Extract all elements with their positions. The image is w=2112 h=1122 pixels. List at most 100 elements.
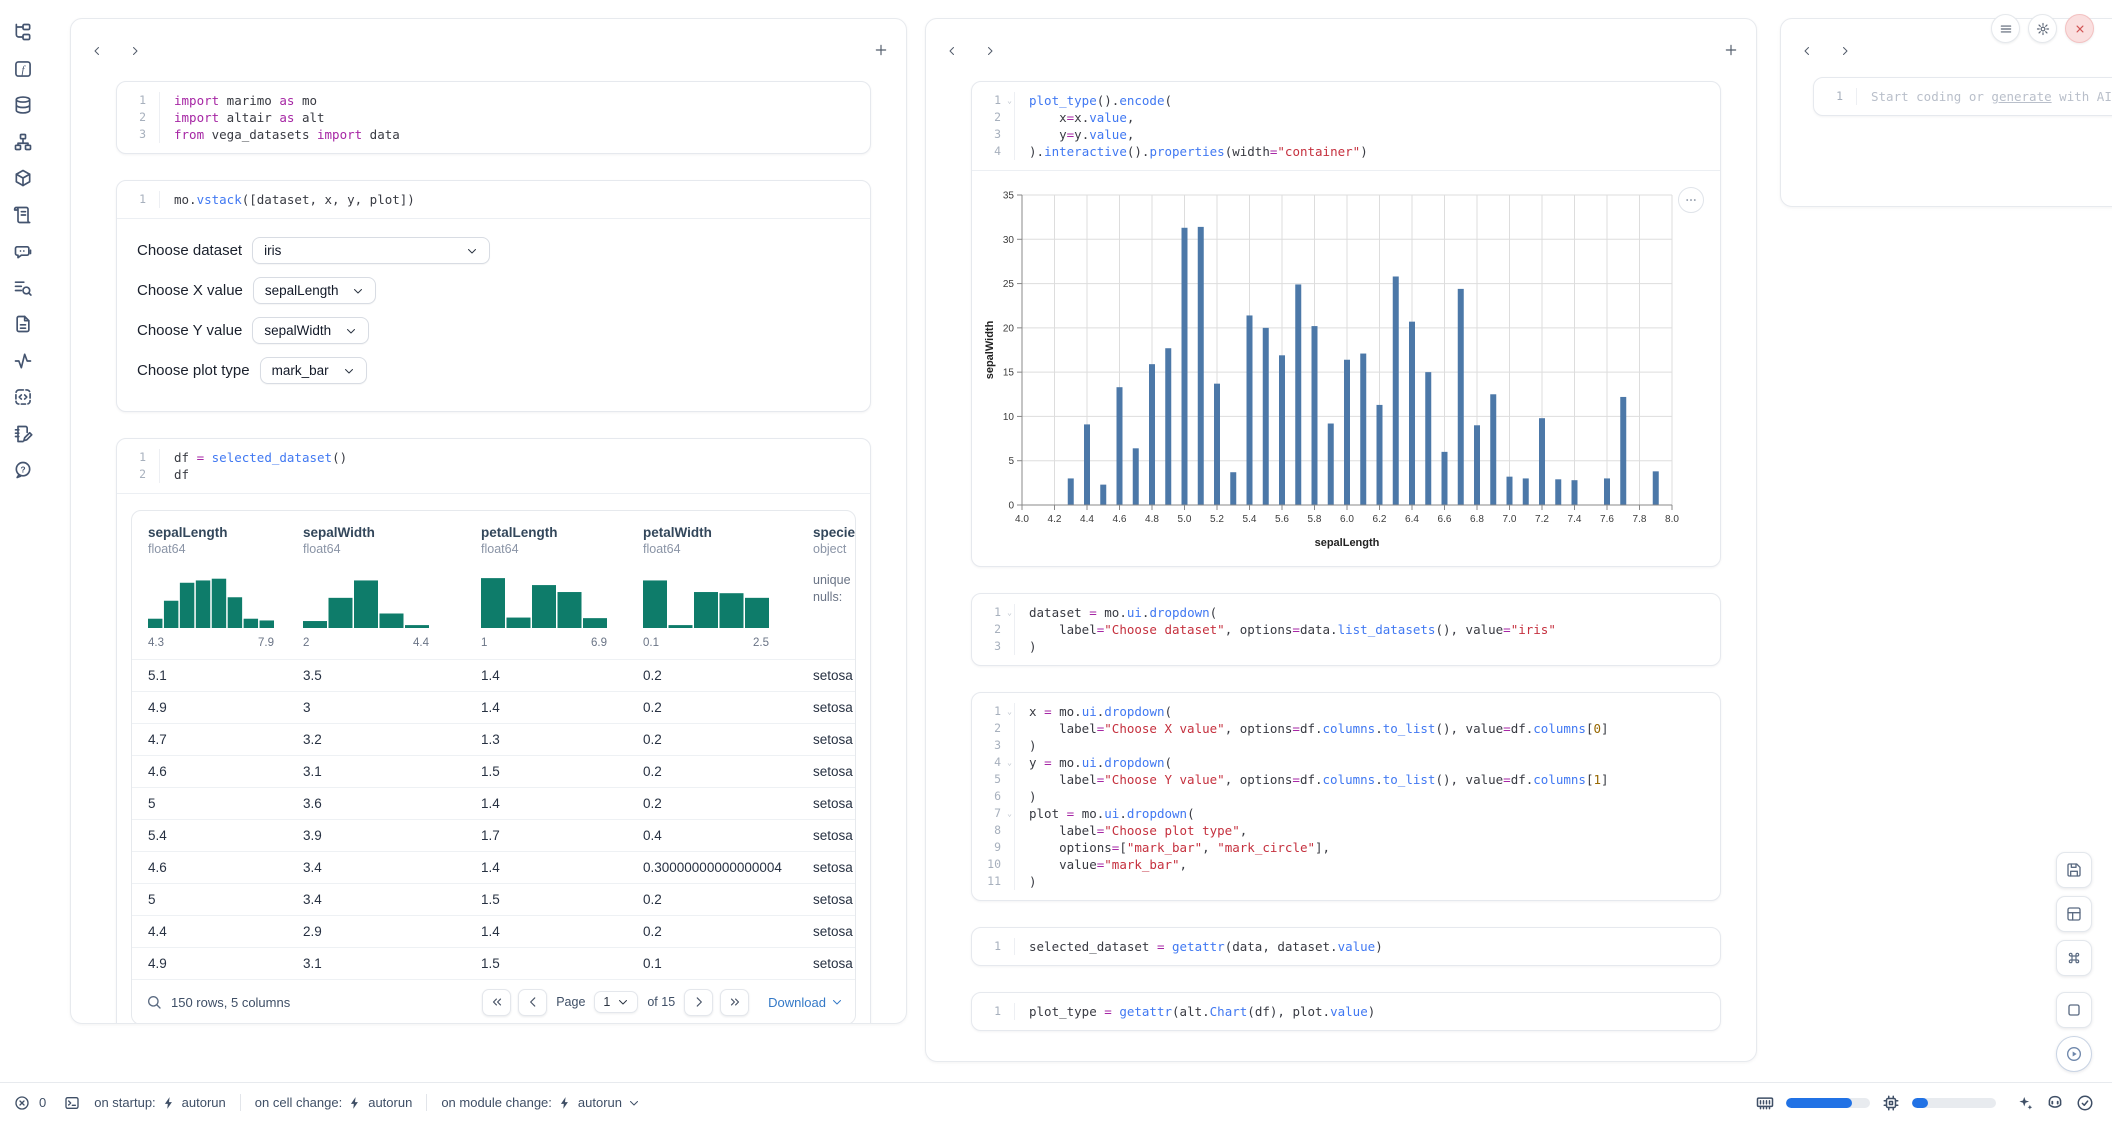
connection-status-icon[interactable]	[2076, 1094, 2094, 1112]
layout-button[interactable]	[2056, 896, 2092, 932]
svg-text:7.4: 7.4	[1568, 514, 1582, 525]
svg-text:4.8: 4.8	[1145, 514, 1159, 525]
code-editor[interactable]: dataset = mo.ui.dropdown( label="Choose …	[1015, 604, 1556, 655]
add-cell-button[interactable]	[874, 43, 888, 57]
page-select[interactable]: 1	[594, 991, 638, 1013]
svg-text:sepalLength: sepalLength	[1315, 537, 1380, 549]
sidebar-item-scratchpad[interactable]	[13, 424, 33, 444]
code-editor[interactable]: df = selected_dataset()df	[160, 449, 347, 483]
table-row[interactable]: 4.931.40.2setosa	[132, 691, 855, 723]
table-row[interactable]: 4.93.11.50.1setosa	[132, 947, 855, 979]
dropdown-value: sepalLength	[265, 283, 339, 298]
svg-text:6.8: 6.8	[1470, 514, 1484, 525]
shutdown-button[interactable]	[2065, 14, 2094, 43]
table-row[interactable]: 5.13.51.40.2setosa	[132, 659, 855, 691]
add-cell-button[interactable]	[1724, 43, 1738, 57]
line-numbers: 1⌄234	[972, 92, 1015, 160]
chevron-right-icon[interactable]	[1839, 45, 1851, 57]
code-editor[interactable]: Start coding or generate with AI	[1857, 88, 2112, 105]
table-row[interactable]: 4.42.91.40.2setosa	[132, 915, 855, 947]
chevron-down-icon	[352, 285, 364, 297]
column-header[interactable]: petalLengthfloat6416.9	[465, 511, 627, 659]
search-icon[interactable]	[146, 994, 162, 1010]
square-button[interactable]	[2056, 992, 2092, 1028]
copilot-icon[interactable]	[2046, 1094, 2064, 1112]
sidebar-item-snippets[interactable]	[13, 387, 33, 407]
settings-button[interactable]	[2028, 14, 2057, 43]
download-button[interactable]: Download	[768, 995, 843, 1010]
autorun-on-cell-change[interactable]: on cell change: autorun	[241, 1095, 427, 1110]
last-page-button[interactable]	[720, 989, 749, 1016]
sidebar-item-help-circle[interactable]: ?	[13, 460, 33, 480]
next-page-button[interactable]	[684, 989, 713, 1016]
column-header[interactable]: sepalLengthfloat644.37.9	[132, 511, 287, 659]
chevron-left-icon[interactable]	[1801, 45, 1813, 57]
line-numbers: 1	[972, 938, 1015, 955]
sidebar-item-scroll-text[interactable]	[13, 205, 33, 225]
dataframe-table: sepalLengthfloat644.37.9sepalWidthfloat6…	[131, 510, 856, 1024]
sidebar-item-sitemap[interactable]	[13, 132, 33, 152]
code-editor[interactable]: selected_dataset = getattr(data, dataset…	[1015, 938, 1383, 955]
column-header[interactable]: speciesobjectuniquenulls:	[797, 511, 855, 659]
dropdown-value: sepalWidth	[264, 323, 331, 338]
chevron-left-icon[interactable]	[946, 45, 958, 57]
svg-text:7.6: 7.6	[1600, 514, 1614, 525]
sidebar-item-function-square[interactable]: f	[13, 59, 33, 79]
sidebar-item-package[interactable]	[13, 168, 33, 188]
table-row[interactable]: 4.63.41.40.30000000000000004setosa	[132, 851, 855, 883]
chevron-right-icon[interactable]	[984, 45, 996, 57]
line-numbers: 123	[117, 92, 160, 143]
menu-button[interactable]	[1991, 14, 2020, 43]
status-bar: 0 on startup: autorun on cell change: au…	[0, 1082, 2112, 1122]
choose-dataset-select[interactable]: iris	[252, 237, 490, 264]
table-row[interactable]: 4.73.21.30.2setosa	[132, 723, 855, 755]
sidebar-item-logs-search[interactable]	[13, 278, 33, 298]
close-icon	[2073, 22, 2087, 36]
chevron-down-icon	[345, 325, 357, 337]
choose-x-value-select[interactable]: sepalLength	[253, 277, 377, 304]
chevron-left-icon[interactable]	[91, 45, 103, 57]
dataframe-output: sepalLengthfloat644.37.9sepalWidthfloat6…	[117, 494, 870, 1024]
table-row[interactable]: 53.41.50.2setosa	[132, 883, 855, 915]
cell-xy-plot-dropdowns: 1⌄234⌄567⌄891011x = mo.ui.dropdown( labe…	[971, 692, 1721, 901]
chevron-down-icon	[466, 245, 478, 257]
svg-text:4.6: 4.6	[1113, 514, 1127, 525]
sidebar-item-file-text[interactable]	[13, 314, 33, 334]
code-editor[interactable]: import marimo as moimport altair as altf…	[160, 92, 400, 143]
command-button[interactable]	[2056, 940, 2092, 976]
code-editor[interactable]: mo.vstack([dataset, x, y, plot])	[160, 191, 415, 208]
sidebar-item-bot-message[interactable]	[13, 241, 33, 261]
choose-plot-type-select[interactable]: mark_bar	[260, 357, 367, 384]
autorun-on-startup[interactable]: on startup: autorun	[80, 1095, 240, 1110]
column-header[interactable]: petalWidthfloat640.12.5	[627, 511, 797, 659]
vega-bar-chart[interactable]: 4.04.24.44.64.85.05.25.45.65.86.06.26.46…	[982, 185, 1684, 553]
errors-icon[interactable]	[14, 1095, 30, 1111]
sidebar-item-file-tree[interactable]	[13, 22, 33, 42]
cpu-icon	[1882, 1094, 1900, 1112]
sidebar-item-activity[interactable]	[13, 351, 33, 371]
choose-y-value-select[interactable]: sepalWidth	[252, 317, 369, 344]
line-numbers: 1	[117, 191, 160, 208]
first-page-button[interactable]	[482, 989, 511, 1016]
chevron-down-icon	[343, 365, 355, 377]
terminal-icon[interactable]	[64, 1095, 80, 1111]
generate-link[interactable]: generate	[1991, 89, 2051, 104]
svg-text:20: 20	[1003, 323, 1015, 334]
svg-text:4.0: 4.0	[1015, 514, 1029, 525]
code-editor[interactable]: plot_type = getattr(alt.Chart(df), plot.…	[1015, 1003, 1375, 1020]
ai-sparkles-icon[interactable]	[2016, 1094, 2034, 1112]
code-editor[interactable]: x = mo.ui.dropdown( label="Choose X valu…	[1015, 703, 1609, 890]
table-row[interactable]: 4.63.11.50.2setosa	[132, 755, 855, 787]
column-header[interactable]: sepalWidthfloat6424.4	[287, 511, 465, 659]
play-button[interactable]	[2056, 1036, 2092, 1072]
chevron-right-icon[interactable]	[129, 45, 141, 57]
table-row[interactable]: 53.61.40.2setosa	[132, 787, 855, 819]
chart-actions-button[interactable]	[1678, 187, 1704, 213]
autorun-on-module-change[interactable]: on module change: autorun	[427, 1095, 654, 1110]
code-editor[interactable]: plot_type().encode( x=x.value, y=y.value…	[1015, 92, 1368, 160]
previous-page-button[interactable]	[518, 989, 547, 1016]
table-row[interactable]: 5.43.91.70.4setosa	[132, 819, 855, 851]
sidebar-item-database[interactable]	[13, 95, 33, 115]
svg-text:30: 30	[1003, 235, 1015, 246]
save-button[interactable]	[2056, 852, 2092, 888]
